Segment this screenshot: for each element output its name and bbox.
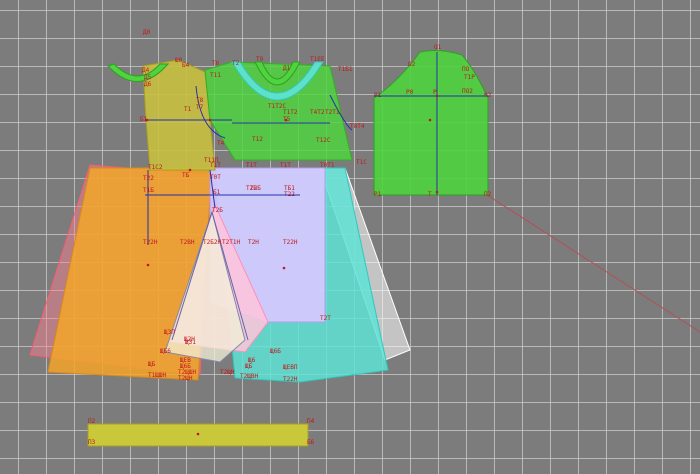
sleeve-label: Р1 [374,191,382,198]
skirt-label: Т2Б [212,207,223,214]
sleeve-label: Р [433,89,437,96]
skirt-label: Т1Т [246,162,257,169]
hem-label: ЩЗП [164,329,175,336]
sleeve-label: Р1 [374,92,382,99]
skirt-label: Т2Т [320,315,331,322]
point-label: Д6 [144,81,152,88]
skirt-label: Т2Б2Н [203,239,222,246]
point-label: Т12 [252,136,263,143]
point-label: Т2Т1 [325,109,340,116]
skirt-label: Б1 [213,189,221,196]
skirt-label: Т0Т [210,174,221,181]
point-label: Б4 [182,62,190,69]
hem-label: ЩБ6 [160,348,171,355]
point-label: Т1С [356,159,367,166]
point-label: Т2 [232,60,240,67]
point-label: Т1ЕЕ [310,56,325,63]
point-label: Т8Т4 [350,123,365,130]
point-label: Д0 [143,29,151,36]
construction-line [486,194,700,333]
hem-label: Щ6Б [270,348,281,355]
point-label: Т4Т2 [310,109,325,116]
skirt-label: Т2Т1Н [222,239,241,246]
sleeve-label: ПО2 [462,88,473,95]
hem-label: ЩБ [245,363,253,370]
sleeve-label: Р0 [406,89,414,96]
point-label: Д1 [283,65,291,72]
skirt-label: Т2ВН [180,239,195,246]
point-label: Т4 [217,140,225,147]
skirt-label: Т2Н [248,239,259,246]
skirt-label: Т22 [284,191,295,198]
point-label: Т6 [212,60,220,67]
skirt-label: Т1С2 [148,164,163,171]
skirt-label: Т22Н [283,239,298,246]
point-label: Т11 [210,72,221,79]
skirt-label: Т0Т1 [320,162,335,169]
point-label: Т12С [316,137,331,144]
sleeve-piece[interactable] [373,50,489,196]
hem-label: Т2ЩН [220,369,235,376]
hem-label: Т1ЩШН [148,372,167,379]
skirt-label: Т1Б [143,187,154,194]
sleeve-label: П2 [484,191,492,198]
point-label: Т1 [184,106,192,113]
sleeve-label: Т1Р [464,74,475,81]
pattern-canvas[interactable]: Д0 Д4 Д5 Д6 Ш0 Б1 Б4 Т1 Т8 Т7 Т6 Т11 Т12… [0,0,700,474]
waistband-label: П3 [88,439,96,446]
waistband-label: П4 [307,418,315,425]
point-label: Б1 [140,116,148,123]
skirt-label: Т22 [143,175,154,182]
point-label: Т1Б1 [338,66,353,73]
sleeve-label: О1 [434,44,442,51]
point-label: Т7 [196,104,204,111]
point-label: Т1Т2С [268,103,287,110]
hem-label: ЩЕВП [283,364,298,371]
skirt-label: Т1Т [210,162,221,169]
skirt-label: ТБ [182,172,190,179]
hem-label: ЩБ [148,361,156,368]
point-label: Т5 [283,116,291,123]
point-label: Т9 [256,56,264,63]
waistband-label: П2 [88,418,96,425]
skirt-label: Т22Н [143,239,158,246]
hem-label: Т2ЩВН [240,373,259,380]
sleeve-label: ПО [462,66,470,73]
sleeve-label: О2 [408,61,416,68]
skirt-label: Т2Б [246,185,257,192]
sleeve-label: Р2 [484,92,492,99]
point-label: Т1Т2 [283,109,298,116]
hem-label: ЩЗ1 [185,339,196,346]
hem-label: Т2ЩН [178,375,193,382]
sleeve-label: Т [428,191,432,198]
hem-label: Т22Н [283,376,298,383]
waistband-label: Б6 [307,439,315,446]
skirt-label: Т1Т [280,162,291,169]
